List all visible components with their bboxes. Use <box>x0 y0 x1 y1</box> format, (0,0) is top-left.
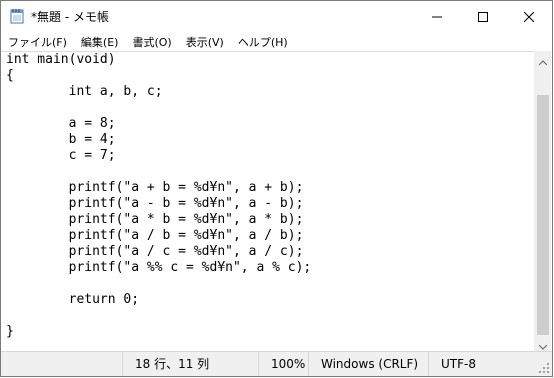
code-line: return 0; <box>6 292 140 307</box>
menu-bar: ファイル(F) 編集(E) 書式(O) 表示(V) ヘルプ(H) <box>1 32 552 51</box>
code-line: } <box>6 324 14 339</box>
maximize-button[interactable] <box>460 1 506 32</box>
menu-help[interactable]: ヘルプ(H) <box>231 34 295 50</box>
resize-grip-icon[interactable] <box>538 362 550 374</box>
menu-format[interactable]: 書式(O) <box>125 34 178 50</box>
zoom-level: 100% <box>258 352 308 376</box>
encoding: UTF-8 <box>428 352 538 376</box>
text-editor[interactable]: int main(void){ int a, b, c; a = 8; b = … <box>1 51 537 353</box>
code-line: printf("a * b = %d¥n", a * b); <box>6 212 304 227</box>
menu-file[interactable]: ファイル(F) <box>1 34 74 50</box>
code-line: printf("a / c = %d¥n", a / c); <box>6 244 304 259</box>
cursor-position: 18 行、11 列 <box>122 352 258 376</box>
minimize-button[interactable] <box>414 1 460 32</box>
code-line: a = 8; <box>6 116 116 131</box>
window-title: *無題 - メモ帳 <box>31 10 109 24</box>
scroll-up-button[interactable] <box>535 51 551 68</box>
code-line: int a, b, c; <box>6 84 163 99</box>
line-ending: Windows (CRLF) <box>308 352 428 376</box>
code-line: b = 4; <box>6 132 116 147</box>
notepad-window: *無題 - メモ帳 ファイル(F) 編集(E) 書式(O) 表示(V) ヘルプ(… <box>0 0 553 377</box>
code-line: printf("a / b = %d¥n", a / b); <box>6 228 304 243</box>
menu-view[interactable]: 表示(V) <box>179 34 231 50</box>
code-line: int main(void) <box>6 52 116 67</box>
close-icon <box>523 7 535 26</box>
minimize-icon <box>432 7 442 26</box>
code-line: c = 7; <box>6 148 116 163</box>
vertical-scrollbar[interactable] <box>534 51 551 353</box>
code-line: printf("a %% c = %d¥n", a % c); <box>6 260 312 275</box>
editor-content[interactable]: int main(void){ int a, b, c; a = 8; b = … <box>1 52 537 340</box>
status-bar: 18 行、11 列 100% Windows (CRLF) UTF-8 <box>1 351 552 376</box>
chevron-up-icon <box>538 50 548 69</box>
title-bar[interactable]: *無題 - メモ帳 <box>1 1 552 32</box>
code-line: printf("a - b = %d¥n", a - b); <box>6 196 304 211</box>
scroll-thumb[interactable] <box>537 95 549 335</box>
code-line: printf("a + b = %d¥n", a + b); <box>6 180 304 195</box>
code-line: { <box>6 68 14 83</box>
maximize-icon <box>478 7 488 26</box>
close-button[interactable] <box>506 1 552 32</box>
notepad-icon[interactable] <box>10 8 25 24</box>
menu-edit[interactable]: 編集(E) <box>74 34 126 50</box>
